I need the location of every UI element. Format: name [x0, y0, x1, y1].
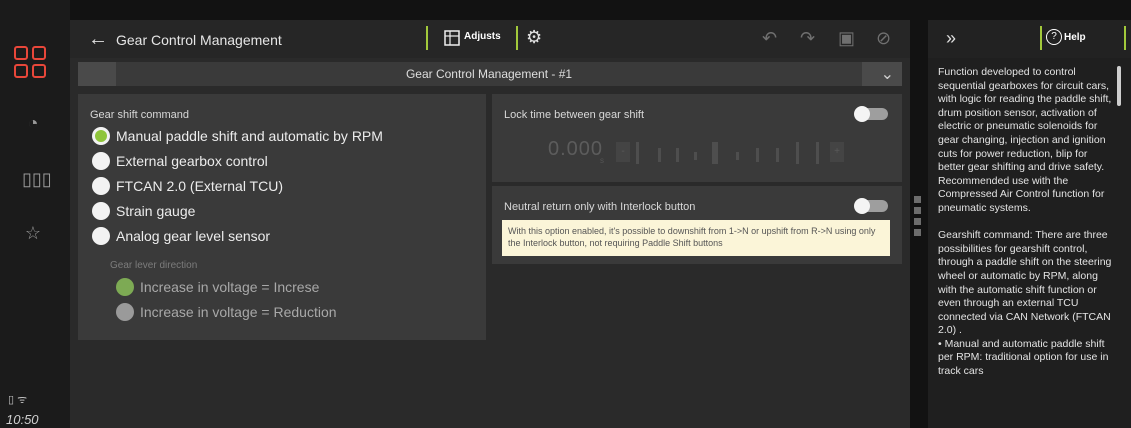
- neutral-return-note: With this option enabled, it's possible …: [502, 220, 890, 256]
- option-increase-reduction: Increase in voltage = Reduction: [116, 302, 337, 322]
- slider-handle[interactable]: [712, 142, 718, 164]
- option-increase-increse: Increase in voltage = Increse: [116, 277, 319, 297]
- radio-icon[interactable]: [92, 202, 110, 220]
- collapse-panel-icon[interactable]: »: [946, 28, 956, 49]
- lock-time-value: 0.000: [548, 138, 604, 160]
- option-strain-gauge[interactable]: Strain gauge: [92, 201, 195, 221]
- option-label: FTCAN 2.0 (External TCU): [116, 178, 283, 194]
- page-title: Gear Control Management: [116, 32, 282, 48]
- lock-time-toggle[interactable]: [854, 106, 888, 122]
- neutral-return-card: Neutral return only with Interlock butto…: [492, 186, 902, 264]
- back-arrow-icon[interactable]: ←: [88, 28, 108, 51]
- panel-resize-handle[interactable]: [914, 196, 922, 240]
- tab-divider: [516, 26, 518, 50]
- tab-adjusts-label: Adjusts: [464, 31, 501, 42]
- left-rail: ◔ ▯▯▯ ☆ ▯ ᯤ 10:50: [0, 0, 70, 428]
- option-label: Increase in voltage = Increse: [140, 279, 320, 295]
- settings-gear-icon[interactable]: ⚙: [526, 27, 542, 48]
- option-label: Manual paddle shift and automatic by RPM: [116, 128, 383, 144]
- help-toolbar: » ? Help: [928, 20, 1131, 58]
- cancel-icon[interactable]: ⊘: [876, 28, 891, 49]
- slider-tick: [776, 148, 779, 162]
- slider-tick: [736, 152, 739, 160]
- option-ftcan[interactable]: FTCAN 2.0 (External TCU): [92, 176, 283, 196]
- help-panel: » ? Help Function developed to control s…: [928, 20, 1131, 428]
- instance-title: Gear Control Management - #1: [405, 67, 573, 81]
- slider-tick: [658, 148, 661, 162]
- gear-shift-command-card: Gear shift command Manual paddle shift a…: [78, 94, 486, 340]
- tab-divider: [1040, 26, 1042, 50]
- slider-tick: [676, 148, 679, 162]
- option-external-gearbox[interactable]: External gearbox control: [92, 151, 268, 171]
- favorites-icon[interactable]: ☆: [22, 222, 44, 244]
- dashboard-icon[interactable]: ◔: [22, 112, 44, 134]
- option-label: Analog gear level sensor: [116, 228, 271, 244]
- tab-divider: [426, 26, 428, 50]
- gear-lever-direction-label: Gear lever direction: [110, 260, 198, 271]
- main-panel: ← Gear Control Management Adjusts ⚙ ↶ ↷ …: [70, 20, 910, 428]
- slider-tick: [756, 148, 759, 162]
- neutral-return-header: Neutral return only with Interlock butto…: [504, 201, 696, 213]
- radio-icon[interactable]: [92, 177, 110, 195]
- slider-tick: [796, 142, 799, 164]
- lock-time-card: Lock time between gear shift 0.000 s - +: [492, 94, 902, 182]
- chevron-down-icon[interactable]: ⌄: [881, 64, 894, 84]
- clock: 10:50: [6, 412, 39, 427]
- redo-icon[interactable]: ↷: [800, 28, 815, 49]
- decrement-button[interactable]: -: [616, 142, 630, 162]
- help-button[interactable]: Help: [1064, 32, 1086, 43]
- option-label: Strain gauge: [116, 203, 196, 219]
- table-icon: [444, 30, 460, 46]
- increment-button[interactable]: +: [830, 142, 844, 162]
- tab-adjusts[interactable]: Adjusts: [440, 26, 510, 50]
- lock-time-unit: s: [600, 156, 604, 165]
- undo-icon[interactable]: ↶: [762, 28, 777, 49]
- option-label: External gearbox control: [116, 153, 268, 169]
- radio-icon[interactable]: [92, 227, 110, 245]
- neutral-return-toggle[interactable]: [854, 198, 888, 214]
- help-text: Function developed to control sequential…: [938, 66, 1112, 378]
- top-toolbar: ← Gear Control Management Adjusts ⚙ ↶ ↷ …: [70, 20, 910, 58]
- option-manual-paddle[interactable]: Manual paddle shift and automatic by RPM: [92, 126, 383, 146]
- radio-selected-icon[interactable]: [92, 127, 110, 145]
- lock-time-header: Lock time between gear shift: [504, 109, 645, 121]
- radio-icon[interactable]: [92, 152, 110, 170]
- help-scrollbar[interactable]: [1117, 66, 1121, 106]
- option-label: Increase in voltage = Reduction: [140, 304, 337, 320]
- slider-tick: [694, 152, 697, 160]
- radio-disabled-selected-icon: [116, 278, 134, 296]
- modules-icon[interactable]: ▯▯▯: [22, 168, 52, 190]
- slider-tick: [816, 142, 819, 164]
- slider-tick: [636, 142, 639, 164]
- instance-selector[interactable]: Gear Control Management - #1 ⌄: [78, 62, 902, 86]
- battery-wifi-icon: ▯ ᯤ: [8, 394, 28, 406]
- tab-divider: [1124, 26, 1126, 50]
- save-icon[interactable]: ▣: [838, 28, 855, 49]
- app-logo-icon[interactable]: [14, 46, 48, 80]
- gear-shift-command-header: Gear shift command: [90, 109, 190, 121]
- help-question-icon[interactable]: ?: [1046, 29, 1062, 45]
- option-analog-sensor[interactable]: Analog gear level sensor: [92, 226, 270, 246]
- radio-disabled-icon: [116, 303, 134, 321]
